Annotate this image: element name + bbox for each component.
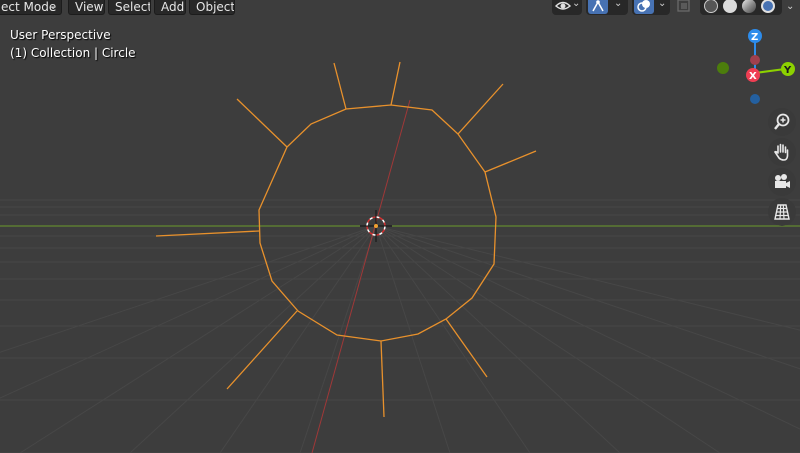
object-menu[interactable]: Object bbox=[189, 0, 235, 15]
overlay-toggle-button[interactable] bbox=[634, 0, 654, 14]
chevron-down-icon: ⌄ bbox=[572, 0, 581, 9]
chevron-down-icon: ⌄ bbox=[658, 0, 667, 9]
view-menu[interactable]: View bbox=[68, 0, 105, 15]
rendered-shading-button[interactable] bbox=[761, 0, 775, 13]
view-perspective-label: User Perspective bbox=[10, 28, 111, 42]
ortho-toggle-button[interactable] bbox=[768, 198, 796, 226]
add-menu[interactable]: Add bbox=[154, 0, 186, 15]
zoom-button[interactable] bbox=[768, 108, 796, 136]
chevron-down-icon: ⌄ bbox=[614, 0, 623, 9]
wireframe-shading-button[interactable] bbox=[704, 0, 718, 13]
object-menu-label: Object bbox=[196, 0, 235, 14]
shading-mode-group bbox=[700, 0, 782, 15]
xray-icon bbox=[677, 0, 690, 12]
add-menu-label: Add bbox=[161, 0, 185, 14]
chevron-down-icon[interactable]: ⌄ bbox=[786, 1, 794, 12]
gizmo-toggle-button[interactable] bbox=[588, 0, 608, 14]
active-object-label: (1) Collection | Circle bbox=[10, 46, 136, 60]
eye-icon bbox=[555, 1, 571, 10]
gizmo-z-label: Z bbox=[751, 32, 758, 43]
solid-shading-button[interactable] bbox=[723, 0, 737, 13]
hand-icon bbox=[773, 143, 789, 161]
mode-dropdown-label: ect Mode bbox=[1, 0, 57, 14]
gizmo-neg-x[interactable] bbox=[750, 55, 760, 65]
visibility-dropdown[interactable]: ⌄ bbox=[552, 0, 582, 15]
view-menu-label: View bbox=[75, 0, 104, 14]
grid-icon bbox=[774, 204, 790, 220]
pan-button[interactable] bbox=[768, 138, 796, 166]
3d-viewport[interactable]: Z Y X bbox=[0, 0, 800, 453]
select-menu-label: Select bbox=[115, 0, 151, 14]
gizmo-x-label: X bbox=[749, 71, 757, 82]
gizmo-toggle-group[interactable]: ⌄ bbox=[586, 0, 628, 15]
zoom-icon bbox=[774, 113, 790, 130]
overlay-icon bbox=[637, 0, 650, 12]
gizmo-y-label: Y bbox=[783, 65, 792, 76]
overlay-toggle-group[interactable]: ⌄ bbox=[632, 0, 670, 15]
viewport-header: ect Mode ⌄ View Select Add Object ⌄ ⌄ ⌄ … bbox=[0, 0, 800, 16]
gizmo-neg-y[interactable] bbox=[717, 62, 729, 74]
gizmo-icon bbox=[592, 0, 604, 12]
camera-icon bbox=[775, 174, 790, 188]
xray-toggle[interactable] bbox=[676, 0, 692, 14]
camera-view-button[interactable] bbox=[768, 168, 796, 196]
material-shading-button[interactable] bbox=[742, 0, 756, 13]
select-menu[interactable]: Select bbox=[108, 0, 151, 15]
mode-dropdown[interactable]: ect Mode ⌄ bbox=[0, 0, 62, 15]
chevron-down-icon: ⌄ bbox=[49, 1, 58, 12]
gizmo-neg-z[interactable] bbox=[750, 94, 760, 104]
